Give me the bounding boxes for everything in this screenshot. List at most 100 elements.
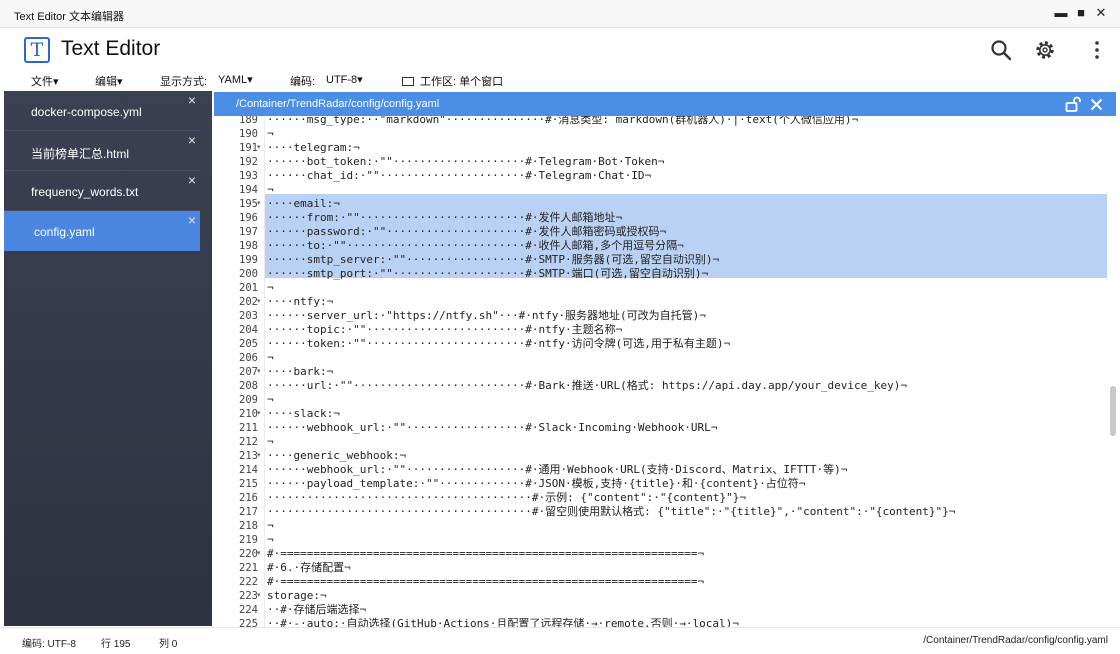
close-icon[interactable]: ✕ [1092,4,1110,22]
encoding-select[interactable]: UTF-8▾ [326,73,363,86]
status-bar: 编码: UTF-8 行 195 列 0 /Container/TrendRada… [0,627,1120,654]
close-tab-icon[interactable]: × [188,93,196,107]
code-line: ····bark:¬ [267,365,334,378]
close-tab-icon[interactable]: × [188,173,196,187]
code-line: ······password:·""·····················#… [267,225,667,238]
minimize-icon[interactable]: ▬ [1052,4,1070,22]
vertical-scrollbar[interactable] [1110,386,1116,436]
code-line: ¬ [267,183,274,196]
file-tab-label: frequency_words.txt [31,185,139,199]
display-mode-select[interactable]: YAML▾ [218,73,253,86]
status-encoding: 编码: UTF-8 [22,639,76,650]
line-number: 214 [239,464,258,476]
line-number: 197 [239,226,258,238]
unlock-icon[interactable] [1065,96,1082,112]
line-number: 195 [239,198,258,210]
line-number: 205 [239,338,258,350]
code-line: ········································… [267,491,746,504]
menu-file[interactable]: 文件▾ [31,73,59,89]
line-number: 200 [239,268,258,280]
code-line: ¬ [267,351,274,364]
fold-toggle-icon[interactable]: ▾ [257,141,261,155]
file-path-bar: /Container/TrendRadar/config/config.yaml [214,92,1116,116]
code-line: ····telegram:¬ [267,141,360,154]
file-tab-docker-compose[interactable]: docker-compose.yml × [4,91,200,131]
code-line: ¬ [267,435,274,448]
code-line: ¬ [267,533,274,546]
code-line: ······webhook_url:·""··················#… [267,463,848,476]
fold-toggle-icon[interactable]: ▾ [257,197,261,211]
file-tab-config-yaml[interactable]: config.yaml × [4,211,200,251]
more-options-icon[interactable] [1086,39,1108,61]
line-number: 203 [239,310,258,322]
line-number: 222 [239,576,258,588]
gear-icon[interactable] [1034,39,1056,61]
workspace-icon [402,77,414,86]
open-files-sidebar: docker-compose.yml × 当前榜单汇总.html × frequ… [4,91,212,626]
code-line: ······webhook_url:·""··················#… [267,421,718,434]
fold-toggle-icon[interactable]: ▾ [257,365,261,379]
code-line: ······server_url:·"https://ntfy.sh"···#·… [267,309,706,322]
line-number: 189 [239,116,258,126]
code-line: ¬ [267,519,274,532]
close-editor-icon[interactable] [1090,98,1103,111]
menu-bar: 文件▾ 编辑▾ 显示方式: YAML▾ 编码: UTF-8▾ 工作区: 单个窗口 [0,70,1120,90]
code-line: ······msg_type:··"markdown"·············… [267,116,859,126]
code-line: ¬ [267,281,274,294]
line-number: 198 [239,240,258,252]
code-line: ······url:·""··························#… [267,379,908,392]
line-number: 190 [239,128,258,140]
maximize-icon[interactable]: ■ [1072,4,1090,22]
file-tab-label: docker-compose.yml [31,105,142,119]
search-icon[interactable] [990,39,1012,61]
line-number: 193 [239,170,258,182]
app-title: Text Editor [61,37,161,60]
fold-toggle-icon[interactable]: ▾ [257,589,261,603]
line-number: 202 [239,296,258,308]
line-number: 196 [239,212,258,224]
window-title: Text Editor 文本编辑器 [14,11,125,23]
line-number: 209 [239,394,258,406]
code-line: ······smtp_server:·""··················#… [267,253,720,266]
line-number: 204 [239,324,258,336]
fold-toggle-icon[interactable]: ▾ [257,449,261,463]
code-line: ··#·存储后端选择¬ [267,603,367,616]
code-line: ····slack:¬ [267,407,340,420]
line-number: 201 [239,282,258,294]
line-number: 220 [239,548,258,560]
line-number: 217 [239,506,258,518]
fold-toggle-icon[interactable]: ▾ [257,407,261,421]
file-path: /Container/TrendRadar/config/config.yaml [236,98,440,110]
code-line: ······bot_token:·""····················#… [267,155,665,168]
workspace-toggle[interactable]: 工作区: 单个窗口 [402,73,503,89]
code-line: ····ntfy:¬ [267,295,334,308]
close-tab-icon[interactable]: × [188,133,196,147]
file-tab-label: config.yaml [34,225,95,239]
gutter-divider [264,116,265,627]
line-number: 208 [239,380,258,392]
file-tab-current-list[interactable]: 当前榜单汇总.html × [4,131,200,171]
file-tab-frequency-words[interactable]: frequency_words.txt × [4,171,200,211]
line-number: 221 [239,562,258,574]
line-number: 211 [239,422,258,434]
code-line: ····email:¬ [267,197,340,210]
code-line: ······topic:·""························#… [267,323,623,336]
code-editor[interactable]: 189 ······msg_type:··"markdown"··········… [214,116,1116,627]
code-line: ¬ [267,127,274,140]
line-number: 219 [239,534,258,546]
close-tab-icon[interactable]: × [188,213,196,227]
fold-toggle-icon[interactable]: ▾ [257,547,261,561]
status-row: 行 195 [101,639,131,650]
app-logo: T [24,37,50,63]
status-file-path: /Container/TrendRadar/config/config.yaml [923,635,1108,646]
code-line: ····generic_webhook:¬ [267,449,407,462]
code-line: ······token:·""························#… [267,337,731,350]
code-line: ······smtp_port:·""····················#… [267,267,709,280]
fold-toggle-icon[interactable]: ▾ [257,295,261,309]
line-number: 224 [239,604,258,616]
menu-edit[interactable]: 编辑▾ [95,73,123,89]
encoding-label: 编码: [290,76,316,88]
line-number: 194 [239,184,258,196]
line-number: 213 [239,450,258,462]
code-line: ······chat_id:·""······················#… [267,169,652,182]
